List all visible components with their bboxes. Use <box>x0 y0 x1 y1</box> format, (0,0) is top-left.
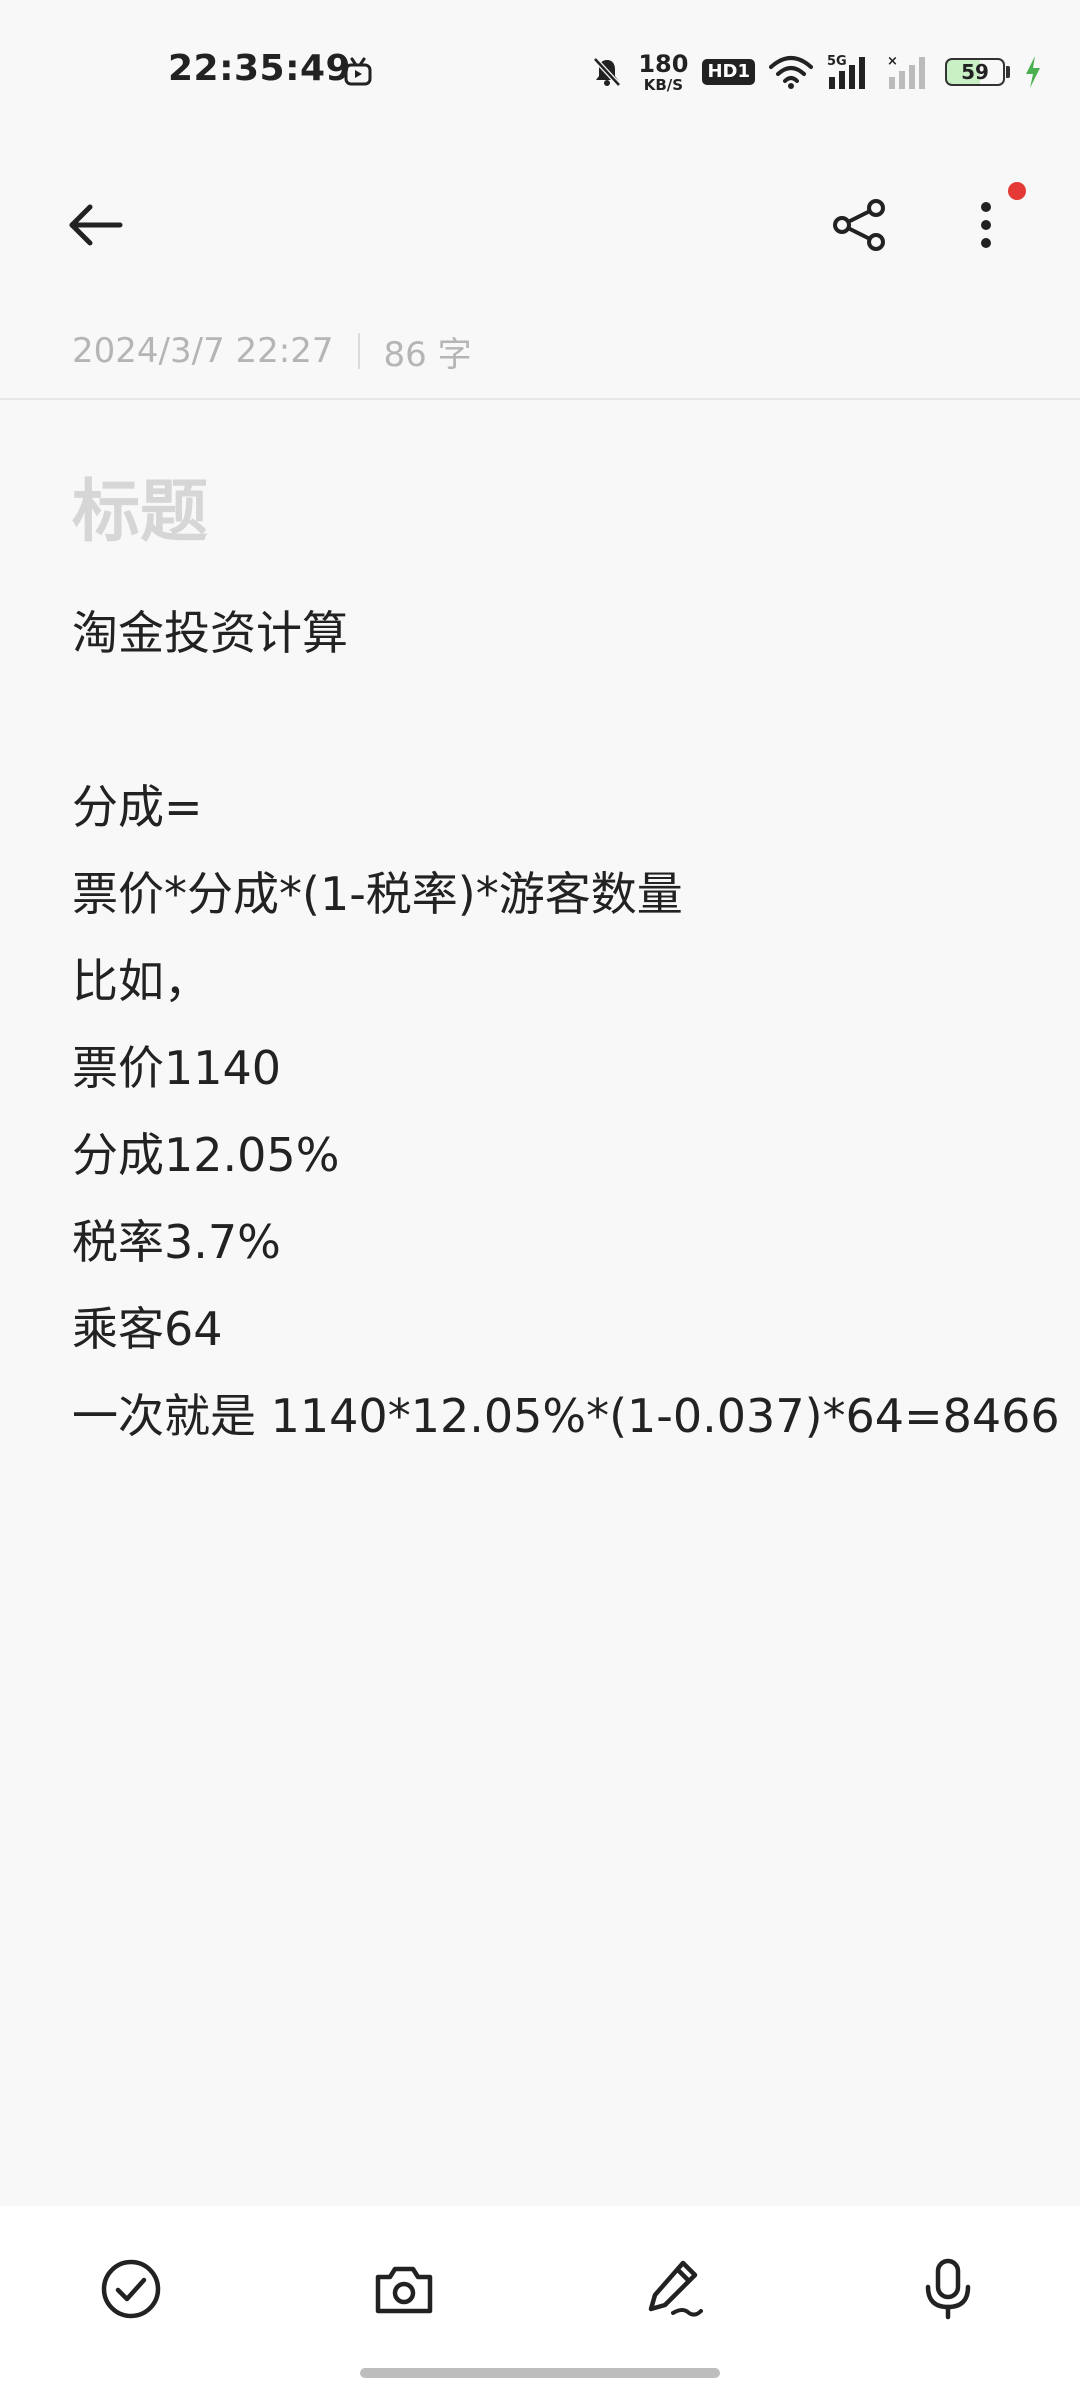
note-line <box>72 677 1032 764</box>
wifi-icon <box>769 56 813 89</box>
note-line: 票价1140 <box>72 1041 282 1095</box>
note-line: 票价*分成*(1-税率)*游客数量 <box>72 867 683 921</box>
note-line: 淘金投资计算 <box>72 606 348 660</box>
header-divider <box>0 398 1080 400</box>
svg-text:×: × <box>887 54 898 69</box>
status-time: 22:35:49 <box>168 48 352 89</box>
net-speed-value: 180 <box>638 49 689 78</box>
word-count: 86 字 <box>383 334 472 375</box>
status-bar: 22:35:49 180 KB/S HD1 5G × 59 <box>0 0 1080 140</box>
note-line: 分成12.05% <box>72 1128 340 1182</box>
notes-app: 22:35:49 180 KB/S HD1 5G × 59 2024/3/7 2… <box>0 0 1080 2400</box>
home-indicator[interactable] <box>360 2368 720 2378</box>
note-line: 乘客64 <box>72 1302 223 1356</box>
share-icon <box>833 199 885 251</box>
tv-icon <box>344 57 372 86</box>
handwriting-button[interactable] <box>630 2244 720 2334</box>
mute-bell-icon <box>593 57 622 87</box>
voice-input-button[interactable] <box>903 2244 993 2334</box>
back-button[interactable] <box>56 190 136 260</box>
hd-badge: HD1 <box>702 59 755 85</box>
note-date: 2024/3/7 22:27 <box>72 331 334 371</box>
share-button[interactable] <box>820 190 900 260</box>
charging-icon <box>1026 56 1040 88</box>
battery: 59 <box>945 58 1010 86</box>
app-bar <box>0 160 1080 290</box>
pen-icon <box>648 2260 703 2317</box>
svg-text:5G: 5G <box>827 54 847 69</box>
note-line: 比如， <box>72 954 210 1008</box>
camera-icon <box>375 2266 433 2314</box>
note-title-field[interactable]: 标题 <box>72 456 208 555</box>
meta-separator <box>357 333 360 369</box>
note-meta: 2024/3/7 22:27 86 字 <box>72 326 472 376</box>
status-icons: 180 KB/S HD1 5G × 59 <box>590 48 1042 96</box>
note-line: 税率3.7% <box>72 1215 281 1269</box>
note-body-editor[interactable]: 淘金投资计算 分成= 票价*分成*(1-税率)*游客数量 比如， 票价1140 … <box>72 590 1060 1460</box>
net-speed-unit: KB/S <box>643 75 684 94</box>
camera-button[interactable] <box>359 2244 449 2334</box>
note-line: 一次就是 1140*12.05%*(1-0.037)*64=8466 <box>72 1389 1060 1443</box>
battery-tip <box>1006 66 1010 78</box>
back-arrow-icon <box>69 204 123 246</box>
more-options-button[interactable] <box>946 190 1026 260</box>
battery-level: 59 <box>945 58 1005 86</box>
5g-signal-icon: 5G <box>827 54 865 89</box>
notification-dot <box>1008 182 1026 200</box>
microphone-icon <box>925 2258 971 2320</box>
checklist-icon <box>101 2259 161 2319</box>
checklist-button[interactable] <box>86 2244 176 2334</box>
note-line: 分成= <box>72 780 203 834</box>
net-speed: 180 KB/S <box>638 52 688 93</box>
no-signal-icon: × <box>887 54 925 89</box>
more-vertical-icon <box>981 202 991 248</box>
